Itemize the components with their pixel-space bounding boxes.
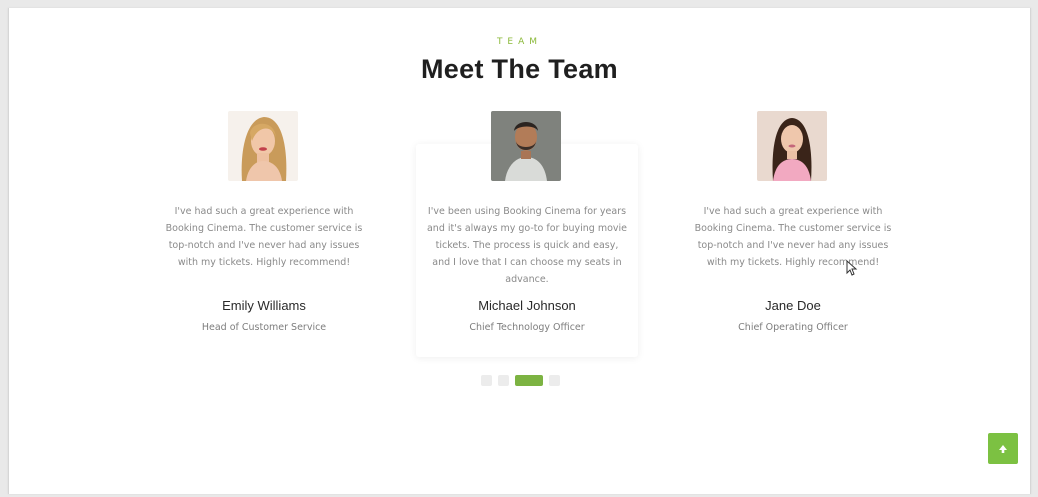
carousel-dot-active[interactable] (515, 374, 543, 386)
carousel-dot[interactable] (498, 374, 509, 386)
carousel-dots (481, 373, 560, 387)
member-role: Chief Operating Officer (738, 322, 848, 333)
member-name: Michael Johnson (478, 298, 576, 313)
carousel-dot[interactable] (549, 374, 560, 386)
avatar (491, 111, 561, 181)
member-name: Jane Doe (765, 298, 821, 313)
testimonial-quote: I've had such a great experience with Bo… (694, 206, 892, 268)
scroll-to-top-button[interactable] (988, 433, 1018, 464)
carousel-dot[interactable] (481, 374, 492, 386)
testimonial-quote: I've been using Booking Cinema for years… (426, 206, 628, 285)
member-role: Chief Technology Officer (469, 322, 585, 333)
man-beard-avatar-icon (491, 111, 561, 181)
mouse-cursor-icon (846, 260, 858, 276)
avatar (757, 111, 827, 181)
avatar (228, 111, 298, 181)
member-role: Head of Customer Service (201, 322, 327, 333)
woman-dark-hair-avatar-icon (757, 111, 827, 181)
member-name: Emily Williams (222, 298, 306, 313)
team-card-active: I've been using Booking Cinema for years… (416, 111, 638, 357)
page-frame: TEAM Meet The Team I've had such a great… (8, 8, 1031, 494)
arrow-up-icon (999, 444, 1007, 453)
team-carousel: I've had such a great experience with Bo… (9, 8, 1030, 494)
testimonial-quote: I've had such a great experience with Bo… (165, 206, 363, 268)
woman-blonde-avatar-icon (228, 111, 298, 181)
